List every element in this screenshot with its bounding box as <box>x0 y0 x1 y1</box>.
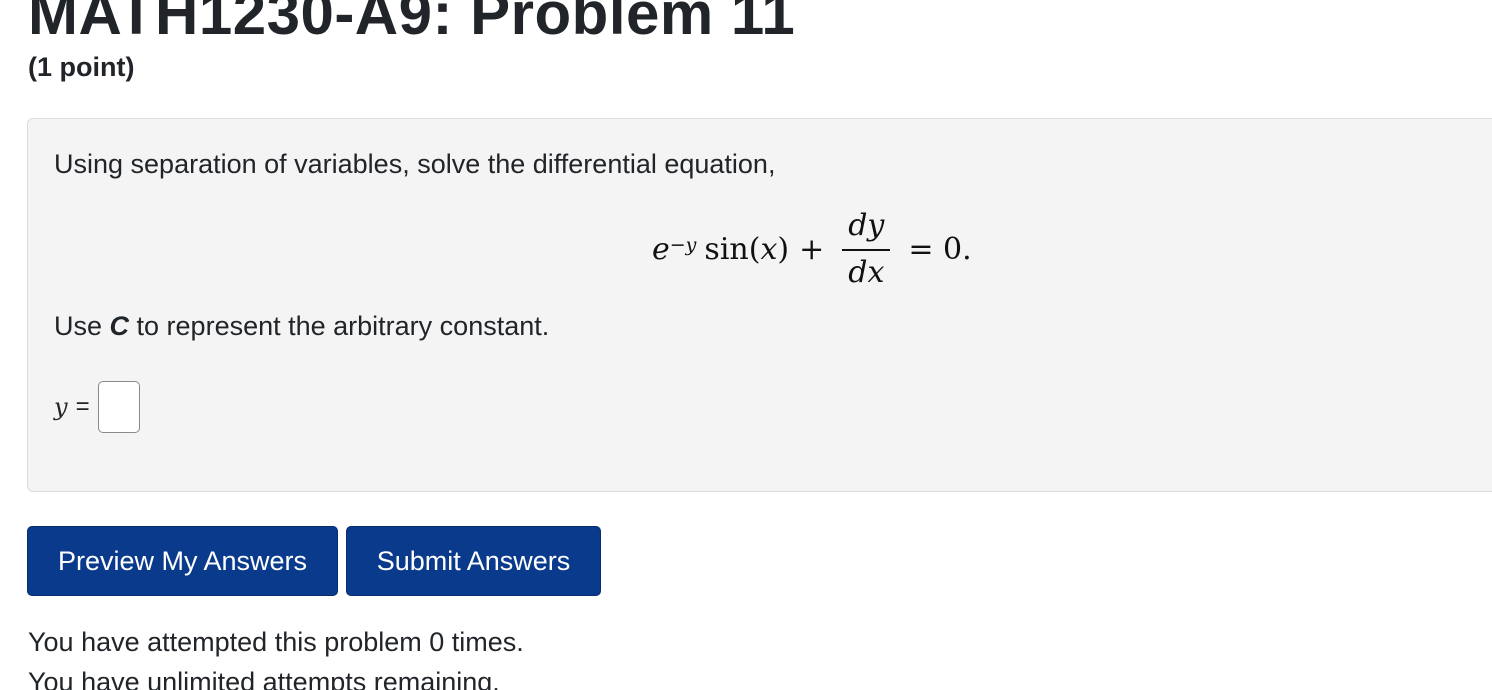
points-label: (1 point) <box>28 52 135 82</box>
answer-row: y = <box>54 381 140 433</box>
answer-equals: = <box>75 393 90 420</box>
attempts-remaining-text: You have unlimited attempts remaining. <box>28 667 500 690</box>
answer-input[interactable] <box>97 381 140 433</box>
page-title: MATH1230-A9: Problem 11 <box>28 0 796 47</box>
fraction-numerator: dy <box>842 208 891 251</box>
constant-note: Use C to represent the arbitrary constan… <box>54 311 549 342</box>
attempts-status: You have attempted this problem 0 times.… <box>28 622 524 690</box>
attempts-count-text: You have attempted this problem 0 times. <box>28 627 524 657</box>
constant-note-suffix: to represent the arbitrary constant. <box>129 311 550 341</box>
problem-page: MATH1230-A9: Problem 11 (1 point) Using … <box>0 0 1492 690</box>
equation-sin: sin( <box>704 231 761 267</box>
preview-answers-button[interactable]: Preview My Answers <box>27 526 338 596</box>
equation-plus: + <box>799 231 825 267</box>
equation-exponent: −y <box>669 234 697 256</box>
differential-equation: e −y sin(x) + dy dx = 0. <box>652 208 982 290</box>
problem-panel: Using separation of variables, solve the… <box>27 118 1492 492</box>
equation-base: e <box>652 231 670 267</box>
derivative-fraction: dy dx <box>842 208 891 290</box>
answer-variable: y <box>54 393 68 421</box>
submit-answers-button[interactable]: Submit Answers <box>346 526 601 596</box>
constant-symbol: C <box>109 311 130 341</box>
problem-instruction: Using separation of variables, solve the… <box>54 149 776 179</box>
equation-equals: = 0. <box>908 231 972 267</box>
constant-note-prefix: Use <box>54 311 110 341</box>
fraction-denominator: dx <box>848 255 885 290</box>
equation-close-paren: ) <box>777 231 790 267</box>
equation-x: x <box>760 231 778 267</box>
